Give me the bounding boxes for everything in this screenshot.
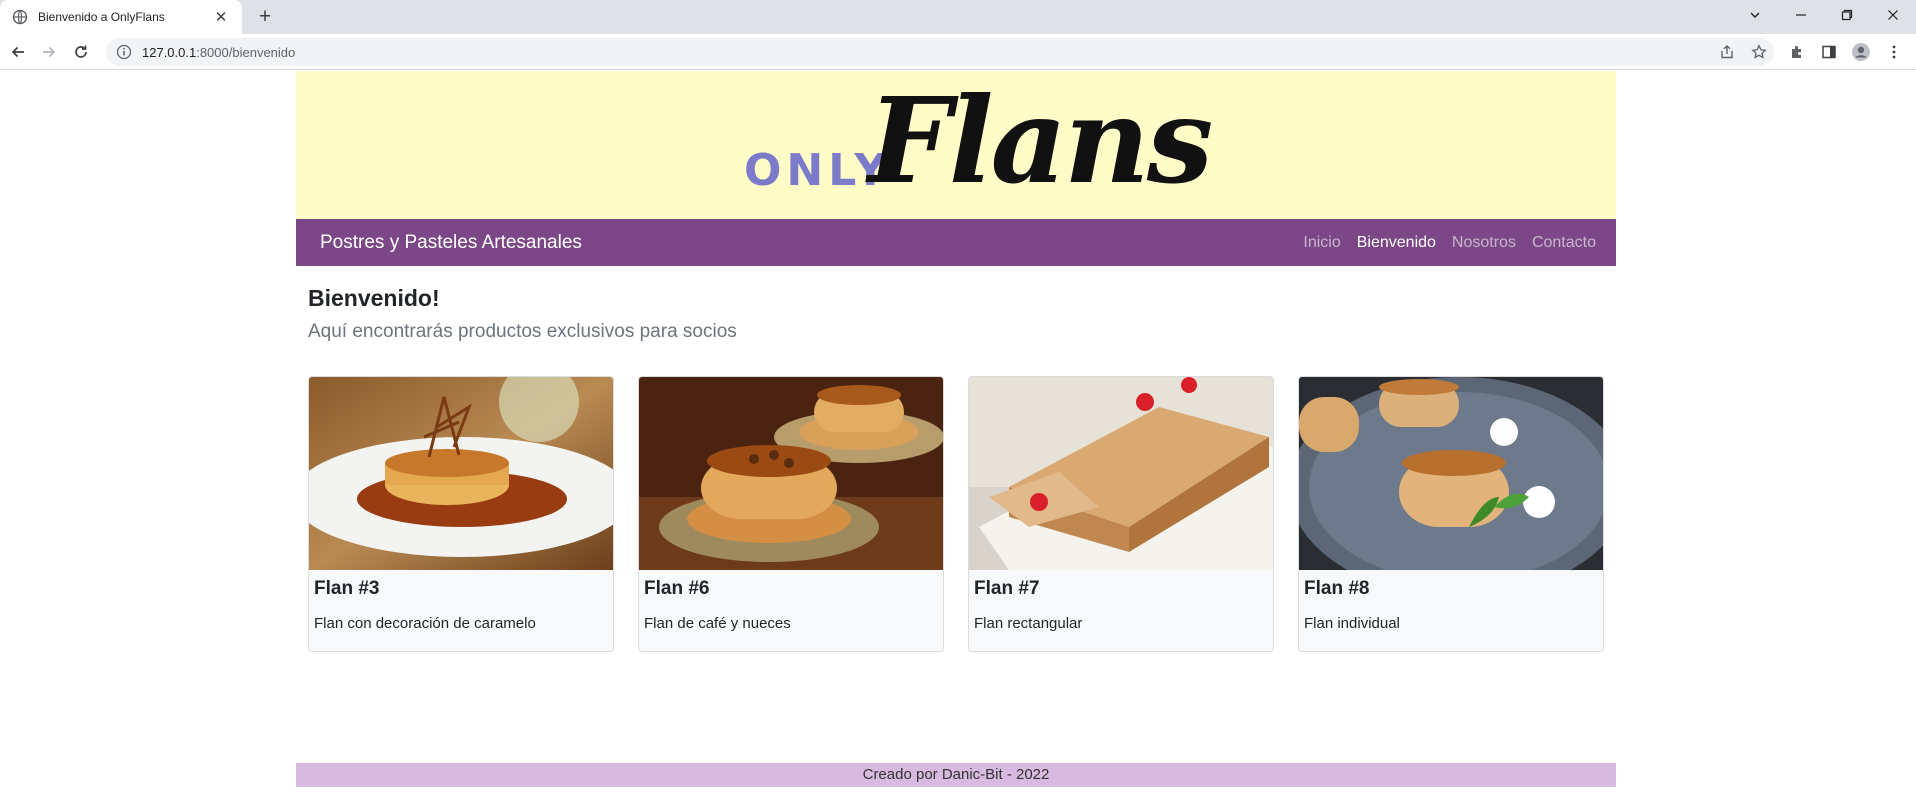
card-title: Flan #6	[644, 578, 710, 599]
reload-icon[interactable]	[70, 41, 92, 63]
site-info-icon[interactable]	[116, 44, 132, 60]
nav-link-nosotros[interactable]: Nosotros	[1452, 234, 1516, 252]
navbar: Postres y Pasteles Artesanales Inicio Bi…	[296, 219, 1616, 266]
side-panel-icon[interactable]	[1818, 41, 1840, 63]
page-title: Bienvenido!	[308, 285, 440, 311]
window-controls	[1732, 0, 1916, 30]
url-text: 127.0.0.1:8000/bienvenido	[142, 44, 296, 60]
restore-button[interactable]	[1824, 0, 1870, 30]
new-tab-button[interactable]: +	[252, 5, 278, 29]
nav-link-inicio[interactable]: Inicio	[1303, 234, 1340, 252]
card-title: Flan #3	[314, 578, 380, 599]
browser-tabstrip: Bienvenido a OnlyFlans ✕ +	[0, 0, 1916, 34]
minimize-button[interactable]	[1778, 0, 1824, 30]
back-arrow-icon[interactable]	[7, 41, 29, 63]
card-description: Flan de café y nueces	[644, 615, 791, 632]
tab-title: Bienvenido a OnlyFlans	[38, 10, 165, 24]
globe-icon	[12, 9, 28, 25]
product-card[interactable]: Flan #3 Flan con decoración de caramelo	[308, 376, 614, 652]
footer: Creado por Danic-Bit - 2022	[296, 763, 1616, 787]
header-banner: ONLY Flans	[296, 71, 1616, 219]
address-bar[interactable]: 127.0.0.1:8000/bienvenido	[106, 38, 1774, 66]
flan-6-image	[639, 377, 943, 570]
card-title: Flan #8	[1304, 578, 1370, 599]
browser-tab[interactable]: Bienvenido a OnlyFlans ✕	[0, 0, 242, 34]
nav-link-bienvenido[interactable]: Bienvenido	[1357, 234, 1436, 252]
logo-flans-text: Flans	[868, 71, 1213, 210]
site-container: ONLY Flans Postres y Pasteles Artesanale…	[296, 71, 1616, 787]
product-card[interactable]: Flan #7 Flan rectangular	[968, 376, 1274, 652]
bookmark-star-icon[interactable]	[1748, 41, 1770, 63]
profile-avatar-icon[interactable]	[1850, 41, 1872, 63]
navbar-brand[interactable]: Postres y Pasteles Artesanales	[320, 232, 582, 254]
card-description: Flan rectangular	[974, 615, 1083, 632]
nav-links: Inicio Bienvenido Nosotros Contacto	[1303, 234, 1596, 252]
kebab-menu-icon[interactable]	[1883, 41, 1905, 63]
card-description: Flan individual	[1304, 615, 1400, 632]
share-icon[interactable]	[1716, 41, 1738, 63]
forward-arrow-icon[interactable]	[38, 41, 60, 63]
close-window-button[interactable]	[1870, 0, 1916, 30]
extensions-icon[interactable]	[1786, 41, 1808, 63]
card-description: Flan con decoración de caramelo	[314, 615, 536, 632]
flan-7-image	[969, 377, 1273, 570]
nav-link-contacto[interactable]: Contacto	[1532, 234, 1596, 252]
product-card[interactable]: Flan #6 Flan de café y nueces	[638, 376, 944, 652]
product-cards: Flan #3 Flan con decoración de caramelo	[308, 376, 1604, 652]
flan-3-image	[309, 377, 613, 570]
card-title: Flan #7	[974, 578, 1040, 599]
tab-search-icon[interactable]	[1732, 0, 1778, 30]
page-subtitle: Aquí encontrarás productos exclusivos pa…	[308, 321, 737, 342]
browser-toolbar: 127.0.0.1:8000/bienvenido	[0, 34, 1916, 70]
product-card[interactable]: Flan #8 Flan individual	[1298, 376, 1604, 652]
flan-8-image	[1299, 377, 1603, 570]
tab-close-icon[interactable]: ✕	[212, 8, 230, 26]
